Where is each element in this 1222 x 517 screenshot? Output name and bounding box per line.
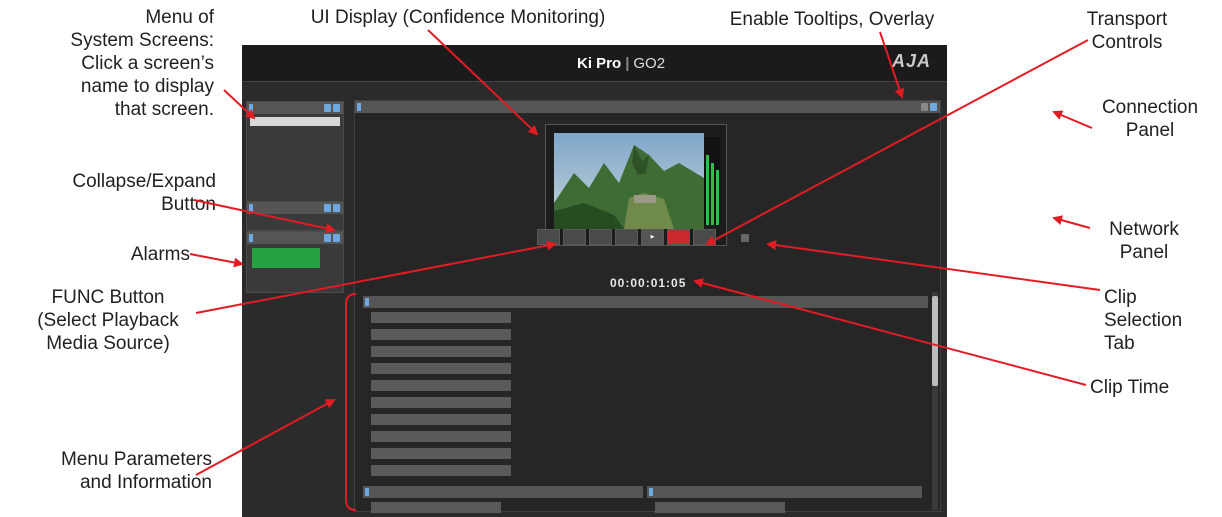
func-button[interactable] (537, 229, 560, 245)
transport-controls: ▶ (537, 229, 737, 245)
brand-title: Ki Pro | GO2 (577, 55, 665, 72)
main-panel: ▶ 00:00:01:05 (354, 100, 941, 513)
expand-icon[interactable] (333, 104, 340, 112)
scrollbar[interactable] (932, 292, 938, 510)
callout-menu-params: Menu Parameters and Information (60, 449, 212, 493)
main-panel-header (355, 101, 940, 113)
rewind-button[interactable] (563, 229, 586, 245)
top-bar: Ki Pro | GO2 AJA (242, 45, 947, 82)
callout-clip-tab: Clip Selection Tab (1104, 287, 1183, 354)
presets-panel-header (247, 202, 343, 214)
ki-pro-web-ui-screenshot: Ki Pro | GO2 AJA ▶ 00:00:01:05 (242, 45, 947, 517)
video-preview (554, 133, 704, 229)
callout-func: FUNC Button (Select Playback Media Sourc… (37, 287, 179, 354)
arrow-network (1052, 215, 1091, 229)
callout-network: Network Panel (1109, 219, 1179, 263)
audio-meters (704, 137, 720, 225)
callout-tooltips: Enable Tooltips, Overlay (729, 9, 935, 30)
confidence-monitor (545, 124, 727, 246)
params-header (363, 296, 928, 308)
channel-1-header (363, 486, 643, 498)
previous-button[interactable] (589, 229, 612, 245)
scrollbar-thumb[interactable] (932, 296, 938, 386)
presets-panel (246, 201, 344, 231)
alarm-status-button[interactable] (252, 248, 320, 268)
callout-menu-screens: Menu of System Screens: Click a screen’s… (70, 7, 214, 120)
callout-alarms: Alarms (130, 244, 190, 265)
menu-item[interactable] (247, 180, 343, 189)
channel-1-param[interactable] (371, 502, 501, 513)
param-row (363, 411, 928, 428)
aja-logo: AJA (892, 51, 932, 71)
param-row (363, 343, 928, 360)
menu-item[interactable] (247, 153, 343, 162)
menu-item[interactable] (247, 126, 343, 135)
tooltip-icon[interactable] (921, 103, 928, 111)
play-button[interactable]: ▶ (641, 229, 664, 245)
menu-item[interactable] (247, 144, 343, 153)
param-row (363, 394, 928, 411)
stop-button[interactable] (693, 229, 716, 245)
arrow-connection (1052, 110, 1093, 129)
collapse-icon[interactable] (324, 204, 331, 212)
expand-icon[interactable] (333, 204, 340, 212)
brand-separator: | (625, 55, 630, 72)
expand-icon[interactable] (333, 234, 340, 242)
param-row (363, 428, 928, 445)
menu-item[interactable] (247, 171, 343, 180)
callout-collapse: Collapse/Expand Button (72, 171, 216, 215)
menu-panel-header (247, 102, 343, 114)
mountain-image (554, 133, 704, 229)
param-row (363, 377, 928, 394)
param-row (363, 326, 928, 343)
param-row (363, 309, 928, 326)
overlay-icon[interactable] (930, 103, 937, 111)
arrow-alarms (189, 253, 244, 268)
collapse-icon[interactable] (324, 234, 331, 242)
menu-item[interactable] (250, 117, 340, 126)
next-button[interactable] (615, 229, 638, 245)
menu-item[interactable] (247, 162, 343, 171)
record-button[interactable] (667, 229, 690, 245)
callout-clip-time: Clip Time (1090, 377, 1170, 398)
collapse-icon[interactable] (324, 104, 331, 112)
param-row (363, 360, 928, 377)
clip-selection-tab[interactable] (741, 234, 749, 242)
channel-2-param[interactable] (655, 502, 785, 513)
menu-item[interactable] (247, 135, 343, 144)
param-row (363, 445, 928, 462)
brand-model: GO2 (633, 55, 666, 72)
callout-connection: Connection Panel (1101, 97, 1199, 141)
callout-transport: Transport Controls (1086, 9, 1168, 53)
callout-ui-display: UI Display (Confidence Monitoring) (310, 7, 606, 28)
clip-time: 00:00:01:05 (610, 276, 687, 290)
brand-name: Ki Pro (577, 55, 622, 72)
channel-2-header (647, 486, 922, 498)
alarms-panel-header (247, 232, 343, 244)
param-row (363, 462, 928, 479)
